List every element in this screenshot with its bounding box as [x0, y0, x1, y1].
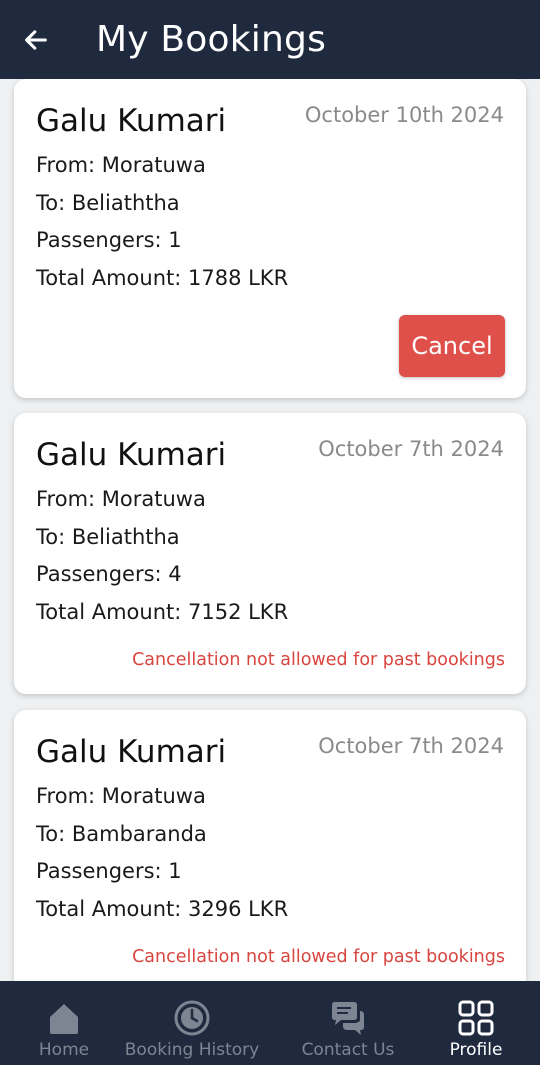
nav-item-contact-us[interactable]: Contact Us	[296, 981, 400, 1065]
booking-date: October 7th 2024	[318, 437, 504, 461]
booking-date: October 7th 2024	[318, 734, 504, 758]
booking-card: Galu Kumari October 10th 2024 From: Mora…	[14, 79, 526, 398]
to-location: To: Bambaranda	[36, 822, 207, 846]
booking-date: October 10th 2024	[304, 103, 504, 127]
arrow-left-icon	[25, 29, 47, 50]
grid-icon	[458, 1000, 494, 1036]
nav-label-booking-history: Booking History	[124, 1040, 260, 1060]
home-icon	[50, 1004, 78, 1034]
nav-label-contact-us: Contact Us	[301, 1040, 395, 1060]
from-location: From: Moratuwa	[36, 153, 206, 177]
from-location: From: Moratuwa	[36, 487, 206, 511]
total-amount: Total Amount: 3296 LKR	[36, 897, 289, 921]
booking-card: Galu Kumari October 7th 2024 From: Morat…	[14, 710, 526, 981]
to-location: To: Beliaththa	[36, 525, 180, 549]
passenger-name: Galu Kumari	[36, 103, 227, 139]
from-location: From: Moratuwa	[36, 784, 206, 808]
bookings-list[interactable]: Galu Kumari October 10th 2024 From: Mora…	[0, 79, 540, 981]
page-title: My Bookings	[96, 19, 327, 60]
nav-label-profile: Profile	[449, 1040, 503, 1060]
booking-card: Galu Kumari October 7th 2024 From: Morat…	[14, 413, 526, 694]
bottom-navigation: Home Booking History Contact Us Profile	[0, 981, 540, 1065]
nav-item-booking-history[interactable]: Booking History	[124, 981, 260, 1065]
nav-label-home: Home	[38, 1040, 90, 1060]
back-button[interactable]	[0, 0, 72, 79]
passenger-count: Passengers: 1	[36, 228, 182, 252]
passenger-count: Passengers: 4	[36, 562, 182, 586]
passenger-name: Galu Kumari	[36, 734, 227, 770]
chat-icon	[332, 1002, 364, 1035]
passenger-name: Galu Kumari	[36, 437, 227, 473]
total-amount: Total Amount: 1788 LKR	[36, 266, 289, 290]
passenger-count: Passengers: 1	[36, 859, 182, 883]
cancel-button[interactable]: Cancel	[399, 315, 505, 377]
history-icon	[174, 1000, 210, 1036]
total-amount: Total Amount: 7152 LKR	[36, 600, 289, 624]
app-bar: My Bookings	[0, 0, 540, 79]
nav-item-profile[interactable]: Profile	[436, 981, 516, 1065]
cancellation-note: Cancellation not allowed for past bookin…	[132, 947, 505, 967]
nav-item-home[interactable]: Home	[24, 981, 104, 1065]
cancellation-note: Cancellation not allowed for past bookin…	[132, 650, 505, 670]
to-location: To: Beliaththa	[36, 191, 180, 215]
